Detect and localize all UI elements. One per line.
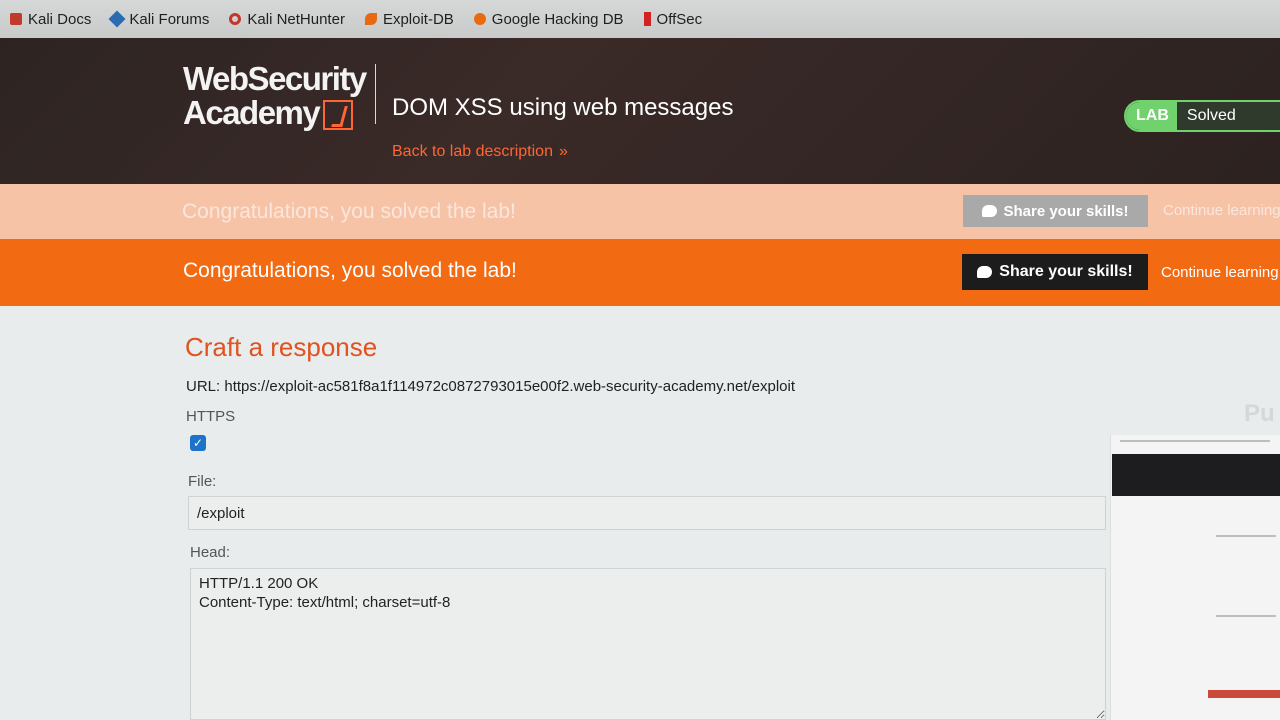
head-label: Head: [190,544,231,561]
bookmark-label: OffSec [656,10,703,28]
share-skills-button-ghost: Share your skills! [963,195,1148,227]
file-input[interactable] [188,496,1106,530]
header-divider [375,64,376,124]
url-label: URL: [186,378,221,395]
notification-message: Congratulations, you solved the lab! [183,259,517,282]
bookmark-label: Kali Forums [129,10,210,28]
bookmark-label: Google Hacking DB [491,10,624,28]
side-panel-red-bar [1208,690,1280,698]
side-panel-line [1216,535,1276,537]
logo-line-2: Academy [183,94,321,131]
notification-message-ghost: Congratulations, you solved the lab! [182,200,516,223]
offsec-icon [643,12,651,26]
file-label: File: [188,473,217,490]
continue-learning-link-ghost: Continue learning [1163,202,1280,219]
logo-line-1: WebSecurity [183,60,367,97]
share-skills-button[interactable]: Share your skills! [962,254,1148,290]
side-panel-title: Pu [1244,400,1275,427]
lab-title: DOM XSS using web messages [392,94,734,121]
bookmark-label: Exploit-DB [382,10,454,28]
lab-status-badge: LAB Solved [1124,100,1280,132]
share-label-ghost: Share your skills! [1003,202,1129,220]
notification-banner-ghost: Congratulations, you solved the lab! Sha… [0,184,1280,239]
lab-status-tag: LAB [1126,102,1177,130]
url-value: https://exploit-ac581f8a1f114972c0872793… [224,378,796,395]
side-panel-line [1120,440,1270,442]
bookmark-kali-nethunter[interactable]: Kali NetHunter [229,11,345,28]
exploit-url: URL: https://exploit-ac581f8a1f114972c08… [186,378,795,395]
bookmark-offsec[interactable]: OffSec [643,10,703,28]
bookmark-google-hacking-db[interactable]: Google Hacking DB [473,10,624,28]
back-to-lab-description-link[interactable]: Back to lab description » [392,143,568,161]
bookmark-kali-docs[interactable]: Kali Docs [10,11,91,28]
kali-icon [10,13,22,25]
nethunter-icon [229,13,242,25]
ghdb-icon [473,13,486,25]
web-security-academy-logo[interactable]: WebSecurity Academy [183,60,367,131]
bookmarks-bar: Kali Docs Kali Forums Kali NetHunter Exp… [0,0,1280,38]
twitter-icon [982,205,998,217]
logo-mark-icon [323,100,354,130]
https-label: HTTPS [186,408,236,425]
side-panel-line [1216,615,1276,617]
bookmark-exploit-db[interactable]: Exploit-DB [364,10,454,28]
bookmark-label: Kali Docs [28,10,92,28]
head-textarea[interactable]: HTTP/1.1 200 OK Content-Type: text/html;… [190,568,1106,720]
bookmark-kali-forums[interactable]: Kali Forums [108,10,210,28]
bookmark-label: Kali NetHunter [247,10,345,28]
notification-banner: Congratulations, you solved the lab! Sha… [0,239,1280,306]
twitter-icon [977,266,993,278]
back-link-label: Back to lab description [392,143,553,160]
forum-icon [108,10,126,28]
side-panel-dark-bar [1112,454,1280,496]
share-label: Share your skills! [999,263,1133,280]
continue-learning-link[interactable]: Continue learning [1161,264,1279,281]
section-title: Craft a response [185,332,378,362]
https-checkbox[interactable]: ✓ [190,435,206,451]
double-chevron-right-icon: » [558,143,568,160]
lab-header: WebSecurity Academy DOM XSS using web me… [0,38,1280,184]
lab-status-value: Solved [1176,102,1280,130]
exploit-db-icon [364,13,377,25]
